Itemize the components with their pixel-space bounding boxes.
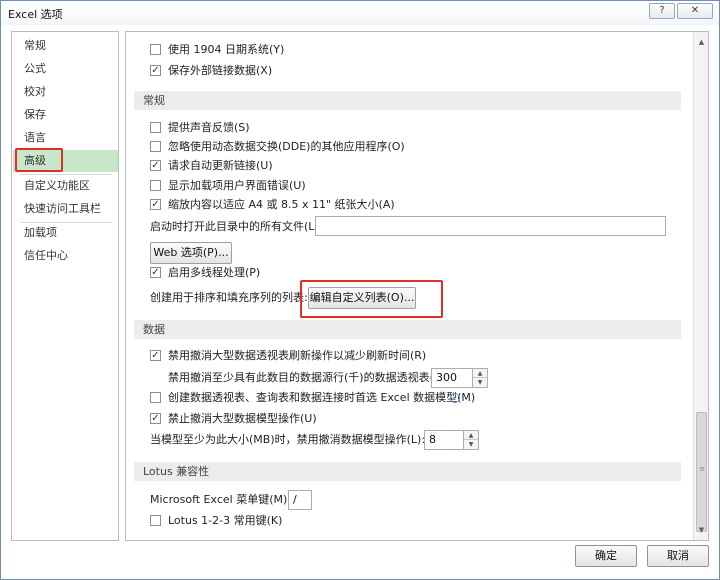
model-size-label: 当模型至少为此大小(MB)时，禁用撤消数据模型操作(L): [150, 433, 426, 446]
title-bar: Excel 选项 ? ✕ [1, 1, 719, 25]
sidebar-item-save[interactable]: 保存 [13, 104, 118, 126]
checkbox-unchecked[interactable] [150, 392, 161, 403]
checkbox-checked[interactable]: ✓ [150, 160, 161, 171]
help-button[interactable]: ? [649, 3, 675, 19]
options-sidebar: 常规 公式 校对 保存 语言 高级 自定义功能区 快速访问工具栏 加载项 信任中… [11, 31, 119, 541]
sidebar-item-trust-center[interactable]: 信任中心 [13, 245, 118, 267]
sidebar-item-general[interactable]: 常规 [13, 35, 118, 57]
ok-button[interactable]: 确定 [575, 545, 637, 567]
highlight-advanced-box [15, 148, 63, 172]
checkbox-checked[interactable]: ✓ [150, 413, 161, 424]
sidebar-item-customize-ribbon[interactable]: 自定义功能区 [13, 175, 118, 197]
scrollbar-thumb[interactable]: ≡ [696, 412, 707, 532]
section-header-general: 常规 [134, 91, 681, 110]
cancel-button[interactable]: 取消 [647, 545, 709, 567]
advanced-options-panel: 使用 1904 日期系统(Y) ✓ 保存外部链接数据(X) 常规 提供声音反馈(… [125, 31, 709, 541]
close-button[interactable]: ✕ [677, 3, 713, 19]
highlight-custom-lists-box [300, 280, 443, 318]
checkbox-checked[interactable]: ✓ [150, 350, 161, 361]
scroll-up-icon[interactable]: ▲ [694, 34, 708, 50]
menu-key-label: Microsoft Excel 菜单键(M): [150, 493, 291, 506]
section-header-data: 数据 [134, 320, 681, 339]
model-size-spinner[interactable]: ▲ ▼ [463, 430, 479, 450]
model-size-input[interactable]: 8 [424, 430, 464, 450]
info-icon[interactable]: i [450, 393, 460, 403]
sidebar-item-addins[interactable]: 加载项 [13, 222, 118, 244]
undo-rows-label: 禁用撤消至少具有此数目的数据源行(千)的数据透视表(N): [168, 371, 451, 384]
excel-options-dialog: Excel 选项 ? ✕ 常规 公式 校对 保存 语言 高级 自定义功能区 快速… [0, 0, 720, 580]
undo-rows-spinner[interactable]: ▲ ▼ [472, 368, 488, 388]
custom-list-label: 创建用于排序和填充序列的列表: [150, 291, 308, 304]
sidebar-item-language[interactable]: 语言 [13, 127, 118, 149]
section-header-lotus: Lotus 兼容性 [134, 462, 681, 481]
spin-down-icon[interactable]: ▼ [473, 378, 487, 387]
sidebar-item-quick-access[interactable]: 快速访问工具栏 [13, 198, 118, 220]
spin-up-icon[interactable]: ▲ [473, 369, 487, 378]
checkbox-checked[interactable]: ✓ [150, 199, 161, 210]
checkbox-unchecked[interactable] [150, 141, 161, 152]
checkbox-checked[interactable]: ✓ [150, 267, 161, 278]
checkbox-unchecked[interactable] [150, 122, 161, 133]
spin-up-icon[interactable]: ▲ [464, 431, 478, 440]
undo-rows-input[interactable]: 300 [431, 368, 473, 388]
dialog-title: Excel 选项 [8, 8, 63, 21]
spin-down-icon[interactable]: ▼ [464, 440, 478, 449]
vertical-scrollbar[interactable]: ▲ ≡ ▼ [693, 32, 708, 540]
web-options-button[interactable]: Web 选项(P)... [150, 242, 232, 264]
checkbox-unchecked[interactable] [150, 515, 161, 526]
menu-key-input[interactable]: / [288, 490, 312, 510]
startup-folder-input[interactable] [315, 216, 666, 236]
checkbox-checked[interactable]: ✓ [150, 65, 161, 76]
checkbox-unchecked[interactable] [150, 180, 161, 191]
checkbox-unchecked[interactable] [150, 44, 161, 55]
scroll-down-icon[interactable]: ▼ [694, 522, 708, 538]
startup-folder-label: 启动时打开此目录中的所有文件(L): [150, 220, 323, 233]
sidebar-item-proofing[interactable]: 校对 [13, 81, 118, 103]
sidebar-item-formulas[interactable]: 公式 [13, 58, 118, 80]
grip-icon: ≡ [699, 465, 705, 473]
